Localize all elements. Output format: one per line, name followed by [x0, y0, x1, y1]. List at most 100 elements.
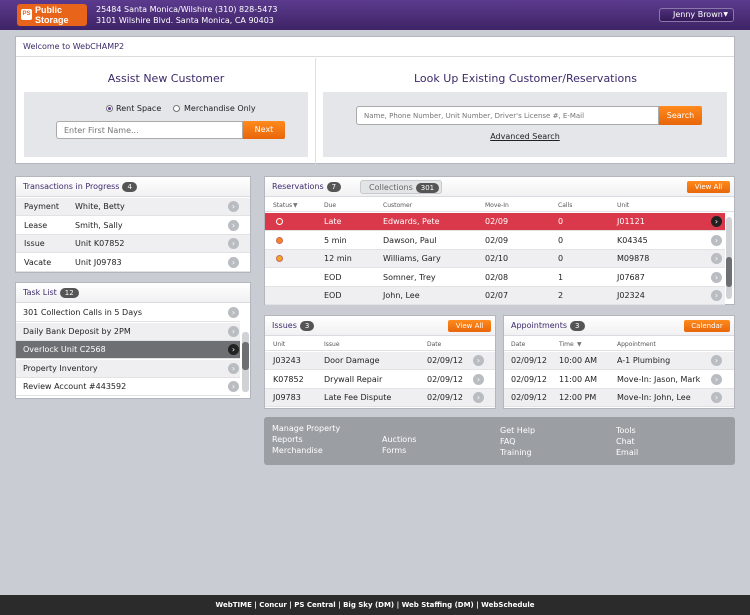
transaction-row[interactable]: Issue Unit K07852 › — [16, 235, 250, 253]
task-row[interactable]: Overlock Unit C2568 › — [16, 341, 240, 359]
chevron-right-icon[interactable]: › — [711, 271, 722, 283]
footer-links-bar[interactable]: WebTIME | Concur | PS Central | Big Sky … — [0, 595, 750, 615]
chevron-right-icon[interactable]: › — [711, 234, 722, 246]
link-training[interactable]: Training — [500, 448, 532, 457]
task-list-scrollbar[interactable] — [242, 332, 249, 392]
chevron-right-icon[interactable]: › — [711, 355, 722, 366]
appointment-date: 02/09/12 — [511, 393, 547, 402]
reservation-customer: Williams, Gary — [383, 254, 441, 263]
chevron-right-icon[interactable]: › — [228, 219, 239, 231]
task-count-badge: 12 — [59, 288, 79, 298]
calendar-button[interactable]: Calendar — [684, 320, 730, 332]
reservation-row[interactable]: 12 min Williams, Gary 02/10 0 M09878 › — [265, 250, 725, 268]
chevron-right-icon[interactable]: › — [711, 216, 722, 227]
transaction-row[interactable]: Lease Smith, Sally › — [16, 216, 250, 235]
chevron-right-icon[interactable]: › — [228, 362, 239, 374]
link-email[interactable]: Email — [616, 448, 638, 457]
issues-view-all-button[interactable]: View All — [448, 320, 491, 332]
appointments-column-headers: Date Time Appointment ▼ — [504, 337, 734, 351]
sort-down-icon: ▼ — [577, 341, 582, 348]
task-list-panel: Task List 12 301 Collection Calls in 5 Da… — [15, 282, 251, 399]
reservation-row[interactable]: EOD John, Lee 02/07 2 J02324 › — [265, 287, 725, 305]
issues-count-badge: 3 — [299, 321, 315, 331]
transaction-type: Issue — [24, 239, 45, 248]
link-merchandise[interactable]: Merchandise — [272, 446, 323, 455]
collections-count-badge: 301 — [415, 183, 440, 193]
reservation-unit: J02324 — [617, 291, 645, 300]
appointment-row[interactable]: 02/09/12 11:00 AM Move-In: Jason, Mark › — [504, 370, 734, 389]
task-row[interactable]: Property Inventory › — [16, 359, 240, 378]
transaction-row[interactable]: Payment White, Betty › — [16, 198, 250, 216]
chevron-right-icon[interactable]: › — [228, 381, 239, 392]
reservation-row[interactable]: Late Edwards, Pete 02/09 0 J01121 › — [265, 213, 725, 231]
reservations-column-header[interactable]: Calls — [558, 202, 572, 209]
appointments-column-header[interactable]: Appointment — [617, 341, 656, 348]
reservations-column-header[interactable]: Unit — [617, 202, 629, 209]
next-button[interactable]: Next — [243, 121, 285, 139]
appointments-column-header[interactable]: Time — [559, 341, 574, 348]
chevron-right-icon[interactable]: › — [473, 355, 484, 366]
task-row[interactable]: 301 Collection Calls in 5 Days › — [16, 304, 240, 322]
issue-row[interactable]: J03243 Door Damage 02/09/12 › — [265, 352, 495, 370]
chevron-right-icon[interactable]: › — [711, 290, 722, 301]
issues-panel: Issues 3 View All Unit Issue Date J03243 Doo… — [264, 315, 496, 409]
chevron-right-icon[interactable]: › — [228, 344, 239, 355]
reservations-column-header[interactable]: Status — [273, 202, 292, 209]
link-faq[interactable]: FAQ — [500, 437, 516, 446]
first-name-input[interactable] — [56, 121, 243, 139]
chevron-right-icon[interactable]: › — [228, 307, 239, 318]
appointment-date: 02/09/12 — [511, 356, 547, 365]
task-row[interactable]: Review Account #443592 › — [16, 378, 240, 396]
chevron-right-icon[interactable]: › — [228, 201, 239, 212]
task-row[interactable]: Daily Bank Deposit by 2PM › — [16, 322, 240, 341]
advanced-search-link[interactable]: Advanced Search — [323, 132, 727, 141]
link-chat[interactable]: Chat — [616, 437, 635, 446]
reservations-column-header[interactable]: Due — [324, 202, 336, 209]
reservation-unit: J01121 — [617, 217, 645, 226]
issues-column-header[interactable]: Issue — [324, 341, 340, 348]
radio-rent-space[interactable] — [106, 105, 113, 112]
link-auctions[interactable]: Auctions — [382, 435, 416, 444]
chevron-right-icon[interactable]: › — [711, 392, 722, 403]
lookup-search-input[interactable] — [356, 106, 659, 125]
search-button[interactable]: Search — [659, 106, 702, 125]
reservations-column-header[interactable]: Customer — [383, 202, 412, 209]
reservations-column-header[interactable]: Move-In — [485, 202, 509, 209]
radio-merchandise-only[interactable] — [173, 105, 180, 112]
link-forms[interactable]: Forms — [382, 446, 406, 455]
chevron-right-icon[interactable]: › — [473, 373, 484, 385]
link-tools[interactable]: Tools — [616, 426, 636, 435]
public-storage-logo[interactable]: PS Public Storage — [17, 4, 87, 26]
chevron-right-icon[interactable]: › — [473, 392, 484, 403]
chevron-right-icon[interactable]: › — [711, 373, 722, 385]
tab-reservations[interactable]: Reservations 7 — [272, 182, 342, 192]
issues-column-header[interactable]: Date — [427, 341, 441, 348]
chevron-right-icon[interactable]: › — [711, 253, 722, 264]
reservations-view-all-button[interactable]: View All — [687, 181, 730, 193]
transactions-count-badge: 4 — [122, 182, 137, 192]
issues-column-header[interactable]: Unit — [273, 341, 285, 348]
reservation-move-in: 02/09 — [485, 217, 509, 226]
reservations-scrollbar[interactable] — [726, 217, 732, 299]
issue-row[interactable]: K07852 Drywall Repair 02/09/12 › — [265, 370, 495, 389]
status-red-icon — [276, 218, 283, 225]
reservation-row[interactable]: EOD Somner, Trey 02/08 1 J07687 › — [265, 268, 725, 287]
chevron-right-icon[interactable]: › — [228, 256, 239, 268]
issue-row[interactable]: J09783 Late Fee Dispute 02/09/12 › — [265, 389, 495, 407]
link-get-help[interactable]: Get Help — [500, 426, 535, 435]
user-menu-button[interactable]: Jenny Brown ▼ — [659, 8, 734, 22]
appointment-row[interactable]: 02/09/12 10:00 AM A-1 Plumbing › — [504, 352, 734, 370]
appointments-column-header[interactable]: Date — [511, 341, 525, 348]
reservation-move-in: 02/09 — [485, 235, 509, 245]
lookup-customer-section: Look Up Existing Customer/Reservations S… — [316, 58, 735, 164]
chevron-right-icon[interactable]: › — [228, 238, 239, 249]
link-manage-property[interactable]: Manage Property — [272, 424, 340, 433]
link-reports[interactable]: Reports — [272, 435, 303, 444]
transaction-row[interactable]: Vacate Unit J09783 › — [16, 253, 250, 272]
reservations-header: Reservations 7 Collections 301 View All — [265, 177, 734, 197]
task-label: Property Inventory — [23, 363, 98, 373]
appointment-row[interactable]: 02/09/12 12:00 PM Move-In: John, Lee › — [504, 389, 734, 407]
reservation-row[interactable]: 5 min Dawson, Paul 02/09 0 K04345 › — [265, 231, 725, 250]
tab-collections[interactable]: Collections 301 — [360, 180, 443, 194]
chevron-right-icon[interactable]: › — [228, 325, 239, 337]
